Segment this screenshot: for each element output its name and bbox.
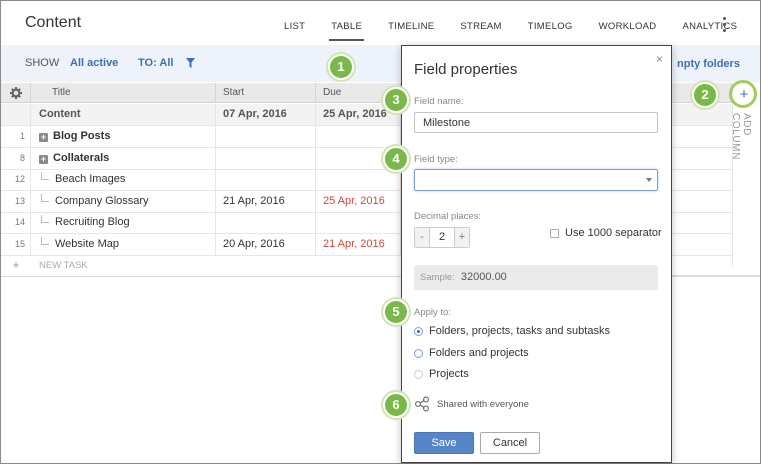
row-number: 14 — [1, 212, 31, 233]
decimal-places-label: Decimal places: — [414, 211, 482, 222]
apply-option-label[interactable]: Projects — [429, 368, 469, 380]
dialog-title: Field properties — [414, 61, 518, 78]
add-task-icon[interactable]: + — [1, 255, 31, 276]
callout-badge-6: 6 — [383, 392, 409, 418]
apply-radio-folders-projects[interactable] — [414, 349, 423, 358]
row-start[interactable] — [216, 126, 316, 147]
divider — [672, 275, 760, 276]
apply-to-label: Apply to: — [414, 307, 451, 318]
callout-badge-2: 2 — [692, 82, 718, 108]
row-title[interactable]: Beach Images — [31, 169, 216, 190]
view-tabs: LIST TABLE TIMELINE STREAM TIMELOG WORKL… — [271, 1, 750, 45]
row-due[interactable]: 25 Apr, 2016 — [316, 191, 401, 212]
add-column-label[interactable]: ADD COLUMN — [730, 113, 752, 183]
tree-branch-icon — [41, 194, 49, 202]
row-due[interactable] — [316, 212, 401, 233]
row-number: 1 — [1, 126, 31, 147]
callout-badge-3: 3 — [383, 87, 409, 113]
row-title[interactable]: + Collaterals — [31, 148, 216, 169]
decrement-button[interactable]: - — [415, 228, 429, 247]
row-number: 12 — [1, 169, 31, 190]
decimal-places-value[interactable]: 2 — [429, 228, 455, 247]
title-column-header[interactable]: Title — [31, 83, 216, 103]
apply-option-label[interactable]: Folders and projects — [429, 347, 529, 359]
show-filter-dropdown[interactable]: All active — [70, 57, 118, 69]
chevron-down-icon — [646, 178, 652, 182]
row-due[interactable] — [316, 126, 401, 147]
expand-icon[interactable]: + — [39, 155, 48, 164]
save-button[interactable]: Save — [414, 432, 474, 454]
tree-branch-icon — [41, 215, 49, 223]
highlight-ring — [729, 80, 757, 108]
sample-label: Sample: — [420, 272, 455, 283]
apply-radio-projects[interactable] — [414, 370, 423, 379]
summary-start: 07 Apr, 2016 — [216, 104, 316, 125]
field-type-label: Field type: — [414, 154, 458, 165]
tab-stream[interactable]: STREAM — [447, 1, 514, 45]
share-icon[interactable] — [414, 396, 430, 412]
field-type-select[interactable] — [414, 169, 658, 191]
tree-branch-icon — [41, 237, 49, 245]
field-name-label: Field name: — [414, 96, 464, 107]
tab-timelog[interactable]: TIMELOG — [515, 1, 586, 45]
row-start[interactable] — [216, 212, 316, 233]
row-due[interactable] — [316, 169, 401, 190]
thousand-separator-label[interactable]: Use 1000 separator — [565, 227, 662, 239]
field-name-input[interactable] — [414, 112, 658, 133]
start-column-header[interactable]: Start — [216, 83, 316, 103]
row-start[interactable]: 20 Apr, 2016 — [216, 234, 316, 255]
row-number: 15 — [1, 234, 31, 255]
row-due[interactable]: 21 Apr, 2016 — [316, 234, 401, 255]
more-options-icon[interactable] — [723, 17, 727, 35]
tab-table[interactable]: TABLE — [318, 1, 375, 45]
callout-badge-5: 5 — [383, 299, 409, 325]
increment-button[interactable]: + — [455, 228, 469, 247]
assignee-filter-dropdown[interactable]: TO: All — [138, 57, 173, 69]
new-task-button[interactable]: NEW TASK — [31, 255, 216, 276]
apply-radio-all[interactable] — [414, 327, 423, 336]
summary-title: Content — [31, 104, 216, 125]
field-properties-dialog: × Field properties Field name: Field typ… — [401, 45, 672, 463]
row-number: 13 — [1, 191, 31, 212]
tab-timeline[interactable]: TIMELINE — [375, 1, 447, 45]
row-title[interactable]: Website Map — [31, 234, 216, 255]
row-start[interactable]: 21 Apr, 2016 — [216, 191, 316, 212]
apply-option-label[interactable]: Folders, projects, tasks and subtasks — [429, 325, 610, 337]
row-start[interactable] — [216, 148, 316, 169]
row-title[interactable]: + Blog Posts — [31, 126, 216, 147]
row-title[interactable]: Recruiting Blog — [31, 212, 216, 233]
show-label: SHOW — [25, 57, 60, 69]
row-number: 8 — [1, 148, 31, 169]
tab-list[interactable]: LIST — [271, 1, 318, 45]
show-empty-folders-link[interactable]: npty folders — [677, 58, 740, 70]
thousand-separator-checkbox[interactable] — [550, 229, 559, 238]
callout-badge-4: 4 — [383, 146, 409, 172]
tab-analytics[interactable]: ANALYTICS — [669, 1, 750, 45]
sample-preview: Sample: 32000.00 — [414, 265, 658, 290]
cancel-button[interactable]: Cancel — [480, 432, 540, 454]
callout-badge-1: 1 — [328, 54, 354, 80]
top-bar: Content LIST TABLE TIMELINE STREAM TIMEL… — [1, 1, 760, 45]
filter-icon[interactable] — [186, 58, 195, 68]
tree-branch-icon — [41, 172, 49, 180]
decimal-places-stepper: - 2 + — [414, 227, 470, 248]
sample-value: 32000.00 — [460, 271, 507, 283]
expand-icon[interactable]: + — [39, 133, 48, 142]
page-title: Content — [25, 14, 82, 31]
tab-workload[interactable]: WORKLOAD — [586, 1, 670, 45]
close-icon[interactable]: × — [656, 52, 663, 66]
shared-label[interactable]: Shared with everyone — [437, 399, 529, 410]
row-number — [1, 104, 31, 125]
gear-icon[interactable] — [10, 87, 22, 99]
row-title[interactable]: Company Glossary — [31, 191, 216, 212]
row-start[interactable] — [216, 169, 316, 190]
